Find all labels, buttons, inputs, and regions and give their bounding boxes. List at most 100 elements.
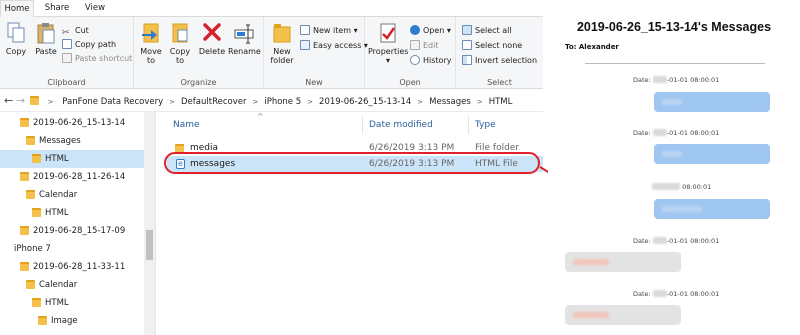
cut-label: Cut [75,26,89,35]
new-item-label: New item [313,26,352,35]
nav-item[interactable]: 2019-06-26_15-13-14 [0,114,145,132]
folder-icon [32,208,41,217]
nav-item[interactable]: Calendar [0,186,145,204]
new-item-button[interactable]: New item ▾ [300,25,358,37]
invert-selection-label: Invert selection [475,56,538,65]
history-button[interactable]: History [410,55,451,67]
folder-icon [20,118,29,127]
copy-path-button[interactable]: Copy path [62,39,116,51]
tab-home[interactable]: Home [0,0,34,18]
message-date: Date: -01-01 08:00:01 [633,129,720,137]
edit-button[interactable]: Edit [410,40,439,52]
nav-item-label: 2019-06-28_11-33-11 [33,262,126,272]
breadcrumb-item[interactable]: Messages [429,97,471,107]
copy-to-label: Copy to [169,47,191,65]
nav-item-label: 2019-06-28_15-17-09 [33,226,126,236]
scrollbar-thumb[interactable] [146,230,153,260]
nav-item-selected[interactable]: HTML [0,150,145,168]
new-folder-button[interactable]: New folder [267,21,297,65]
nav-item[interactable]: 2019-06-28_11-33-11 [0,258,145,276]
nav-item-label: HTML [45,208,69,218]
breadcrumb-separator-icon: > [169,98,176,106]
column-header-name[interactable]: Name [173,120,200,130]
sent-message-bubble [654,144,770,164]
organize-group: Move to Copy to Delete Rename Organize [134,17,264,89]
new-item-dropdown-icon: ▾ [353,26,358,35]
open-group: Properties ▾ Open ▾ Edit History Open [365,17,456,89]
properties-icon [377,21,399,45]
recipient-line: To: Alexander [565,43,619,51]
easy-access-button[interactable]: Easy access ▾ [300,40,368,52]
paste-label: Paste [35,47,57,56]
breadcrumb-item[interactable]: 2019-06-26_15-13-14 [319,97,411,107]
history-icon [410,55,420,65]
properties-button[interactable]: Properties ▾ [368,21,408,65]
copy-path-label: Copy path [75,40,117,49]
paste-button[interactable]: Paste [31,21,61,56]
edge-browser-icon [410,25,420,35]
nav-item-label: iPhone 7 [14,244,51,254]
select-none-button[interactable]: Select none [462,40,522,52]
back-arrow-icon[interactable]: ← [4,94,13,107]
copy-to-button[interactable]: Copy to [165,21,195,65]
messages-preview: 2019-06-26_15-13-14's Messages To: Alexa… [548,0,800,335]
nav-item[interactable]: Messages [0,132,145,150]
new-group: New folder New item ▾ Easy access ▾ New [264,17,368,89]
copy-label: Copy [5,47,27,56]
nav-item[interactable]: 2019-06-28_15-17-09 [0,222,145,240]
nav-item[interactable]: Image [0,312,145,330]
open-button[interactable]: Open ▾ [410,25,451,37]
column-header-date-modified[interactable]: Date modified [369,120,433,130]
tab-share[interactable]: Share [40,0,74,17]
nav-item[interactable]: iPhone 7 [0,240,145,258]
nav-item-label: Image [51,316,78,326]
column-header-type[interactable]: Type [475,120,496,130]
clipboard-group: Copy Paste ✂ Cut Copy path Paste shortcut… [0,17,134,89]
paste-shortcut-button[interactable]: Paste shortcut [62,53,132,65]
folder-icon [26,280,35,289]
breadcrumb-item[interactable]: iPhone 5 [264,97,301,107]
column-divider[interactable] [468,116,469,134]
new-folder-icon [271,21,293,45]
address-bar[interactable]: ← → > PanFone Data Recovery > DefaultRecov… [0,90,543,112]
new-group-label: New [305,78,323,87]
scissors-icon: ✂ [62,28,70,38]
nav-item[interactable]: Calendar [0,276,145,294]
select-all-label: Select all [475,26,512,35]
navigation-pane: 2019-06-26_15-13-14 Messages HTML 2019-0… [0,112,156,335]
navigation-scrollbar[interactable] [144,112,155,335]
nav-item[interactable]: 2019-06-28_11-26-14 [0,168,145,186]
copy-button[interactable]: Copy [1,21,31,56]
received-message-bubble [565,305,681,325]
folder-icon [32,154,41,163]
file-list: ^ Name Date modified Type media 6/26/201… [157,112,543,335]
folder-icon [30,96,39,105]
nav-item[interactable]: HTML [0,294,145,312]
move-to-button[interactable]: Move to [136,21,166,65]
breadcrumb-item[interactable]: HTML [489,97,513,107]
rename-button[interactable]: Rename [228,21,261,56]
new-folder-label: New folder [270,47,294,65]
invert-selection-button[interactable]: Invert selection [462,55,537,67]
breadcrumb-separator-icon: > [307,98,314,106]
forward-arrow-icon[interactable]: → [16,94,25,107]
tab-view[interactable]: View [78,0,112,17]
copy-icon [5,21,27,45]
preview-title: 2019-06-26_15-13-14's Messages [576,20,772,34]
edit-label: Edit [423,41,439,50]
cut-button[interactable]: ✂ Cut [62,25,89,38]
nav-item[interactable]: HTML [0,204,145,222]
folder-icon [26,190,35,199]
column-divider[interactable] [362,116,363,134]
breadcrumb-item[interactable]: DefaultRecover [181,97,246,107]
delete-button[interactable]: Delete [197,21,227,56]
message-date: Date: -01-01 08:00:01 [633,76,720,84]
select-none-label: Select none [475,41,523,50]
delete-label: Delete [198,47,226,56]
nav-item-label: 2019-06-28_11-26-14 [33,172,126,182]
breadcrumb-item[interactable]: PanFone Data Recovery [62,97,163,107]
select-all-button[interactable]: Select all [462,25,512,37]
folder-icon [38,316,47,325]
select-all-icon [462,25,472,35]
select-group: Select all Select none Invert selection … [456,17,543,89]
